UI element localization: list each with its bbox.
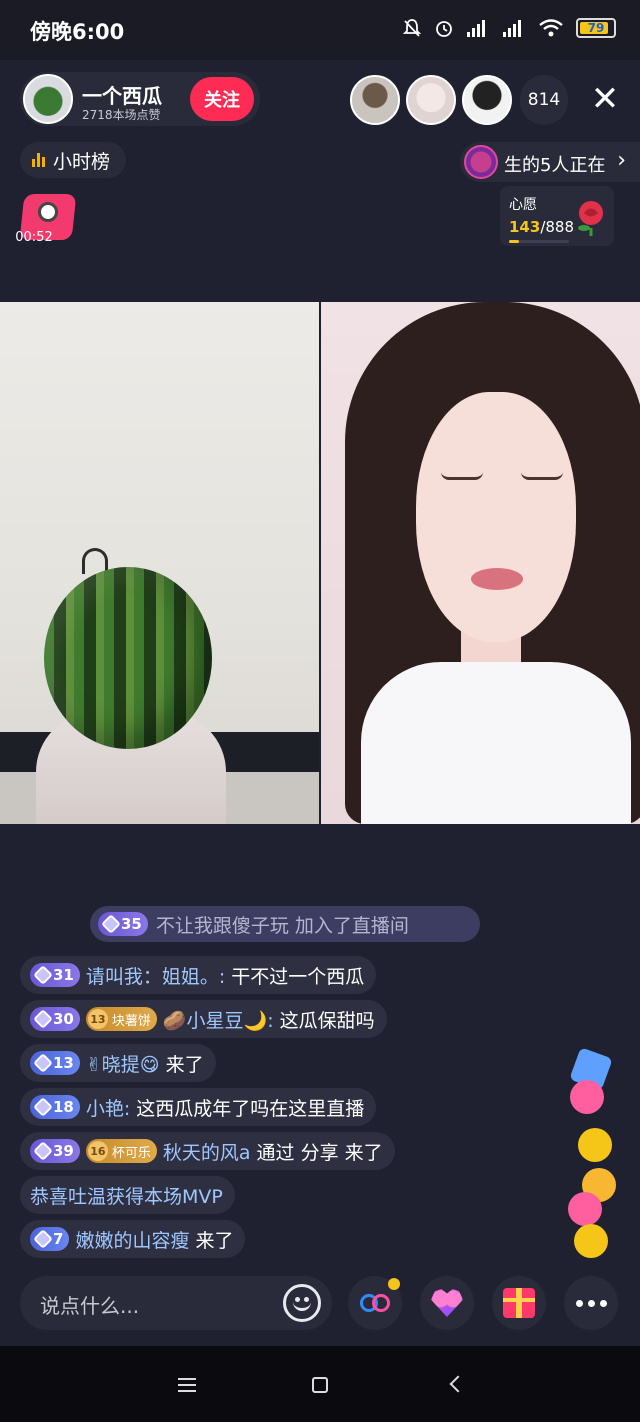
chat-message[interactable]: 30 13 块薯饼 🥔小星豆🌙: 这瓜保甜吗 — [20, 1000, 387, 1038]
comment-placeholder: 说点什么... — [40, 1294, 140, 1318]
hourly-rank-button[interactable]: 小时榜 — [20, 142, 126, 178]
face — [416, 392, 576, 642]
system-text: 恭喜吐温获得本场MVP — [30, 1185, 223, 1208]
chat-system-message: 恭喜吐温获得本场MVP — [20, 1176, 235, 1214]
battery-level: 79 — [587, 21, 605, 35]
video-pane-left[interactable] — [0, 302, 319, 824]
chat-message[interactable]: 13 ✌晓提😋 来了 — [20, 1044, 216, 1082]
chat-message[interactable]: 31 请叫我：姐姐。: 干不过一个西瓜 — [20, 956, 377, 994]
join-text: 不让我跟傻子玩 加入了直播间 — [155, 914, 409, 937]
chat-text: 干不过一个西瓜 — [231, 965, 365, 988]
wish-current: 143 — [509, 218, 541, 236]
like-button[interactable] — [420, 1276, 474, 1330]
link-icon — [360, 1294, 390, 1312]
chat-text: 来了 — [165, 1053, 204, 1076]
thumbs-up-icon — [574, 1224, 608, 1258]
gem-icon — [101, 914, 121, 934]
viewer-avatar[interactable] — [462, 75, 512, 125]
hourly-rank-label: 小时榜 — [53, 150, 111, 173]
shirt — [361, 662, 631, 824]
gift-button[interactable] — [492, 1276, 546, 1330]
notice-banner[interactable]: 生的5人正在 › — [460, 142, 640, 182]
signal-icon — [467, 20, 485, 37]
gem-icon — [33, 1009, 53, 1029]
home-icon[interactable] — [312, 1377, 328, 1393]
heart-icon — [568, 1192, 602, 1226]
wish-progress: 143/888 — [509, 218, 574, 236]
wifi-icon — [539, 19, 563, 37]
chevron-right-icon: › — [617, 148, 626, 173]
host-avatar[interactable] — [23, 74, 73, 124]
notice-text: 生的5人正在 — [504, 155, 606, 176]
chat-username[interactable]: 秋天的风a — [163, 1138, 251, 1165]
notification-dot — [388, 1278, 400, 1290]
gift-icon — [503, 1288, 535, 1318]
close-icon[interactable]: ✕ — [586, 80, 624, 118]
gem-icon — [33, 1053, 53, 1073]
level-badge: 31 — [30, 963, 80, 987]
watermelon — [44, 567, 212, 749]
battery-icon: 79 — [576, 18, 616, 38]
viewer-avatar[interactable] — [406, 75, 456, 125]
wish-label: 心愿 — [509, 197, 537, 213]
fan-badge: 16 杯可乐 — [85, 1139, 157, 1163]
lips — [471, 568, 523, 590]
mute-bell-icon — [402, 19, 422, 37]
host-name: 一个西瓜 — [82, 84, 162, 108]
viewer-count[interactable]: 814 — [520, 75, 568, 125]
wish-target: /888 — [540, 218, 574, 236]
host-likes: 2718本场点赞 — [82, 108, 161, 122]
status-time: 傍晚6:00 — [30, 20, 125, 44]
eye-right — [521, 472, 563, 480]
gem-icon — [33, 1229, 53, 1249]
wish-progress-bar — [509, 240, 569, 243]
timer-avatar — [38, 202, 58, 222]
video-pane-right[interactable] — [321, 302, 640, 824]
chat-username[interactable]: 请叫我：姐姐。: — [86, 962, 225, 989]
gem-icon — [33, 1141, 53, 1161]
status-icons: 79 — [402, 18, 616, 38]
notice-avatar — [464, 145, 498, 179]
chat-text: 通过 分享 来了 — [256, 1141, 383, 1164]
chat-text: 来了 — [195, 1229, 234, 1252]
follow-button[interactable]: 关注 — [190, 77, 254, 121]
level-badge: 35 — [98, 912, 148, 936]
chat-username[interactable]: ✌晓提😋 — [86, 1050, 160, 1077]
level-badge: 7 — [30, 1227, 70, 1251]
alarm-icon — [436, 21, 452, 37]
heart-icon — [431, 1289, 463, 1317]
chat-message[interactable]: 7 嫩嫩的山容瘦 来了 — [20, 1220, 246, 1258]
rose-icon — [578, 201, 603, 236]
status-bar: 傍晚6:00 79 — [0, 0, 640, 60]
more-button[interactable] — [564, 1276, 618, 1330]
gem-icon — [33, 1097, 53, 1117]
floating-reactions — [566, 1047, 626, 1262]
viewer-avatar[interactable] — [350, 75, 400, 125]
level-badge: 30 — [30, 1007, 80, 1031]
signal-hd-icon — [503, 20, 521, 37]
menu-icon[interactable] — [178, 1378, 196, 1392]
level-badge: 13 — [30, 1051, 80, 1075]
level-badge: 39 — [30, 1139, 80, 1163]
chat-username[interactable]: 🥔小星豆🌙: — [163, 1006, 274, 1033]
eye-left — [441, 472, 483, 480]
fan-badge: 13 块薯饼 — [85, 1007, 157, 1031]
bar-chart-icon — [32, 153, 45, 167]
join-notice: 35 不让我跟傻子玩 加入了直播间 — [90, 906, 480, 942]
heart-icon — [570, 1080, 604, 1114]
chat-message[interactable]: 39 16 杯可乐 秋天的风a 通过 分享 来了 — [20, 1132, 395, 1170]
gem-icon — [33, 965, 53, 985]
chat-text: 这瓜保甜吗 — [279, 1009, 375, 1032]
level-badge: 18 — [30, 1095, 80, 1119]
timer-text: 00:52 — [15, 230, 53, 245]
chat-text: 这西瓜成年了吗在这里直播 — [136, 1097, 365, 1120]
wish-progress-fill — [509, 240, 519, 243]
more-icon — [575, 1299, 607, 1307]
thumbs-up-icon — [578, 1128, 612, 1162]
chat-message[interactable]: 18 小艳: 这西瓜成年了吗在这里直播 — [20, 1088, 377, 1126]
chat-username[interactable]: 小艳: — [86, 1094, 130, 1121]
chat-username[interactable]: 嫩嫩的山容瘦 — [75, 1226, 189, 1253]
